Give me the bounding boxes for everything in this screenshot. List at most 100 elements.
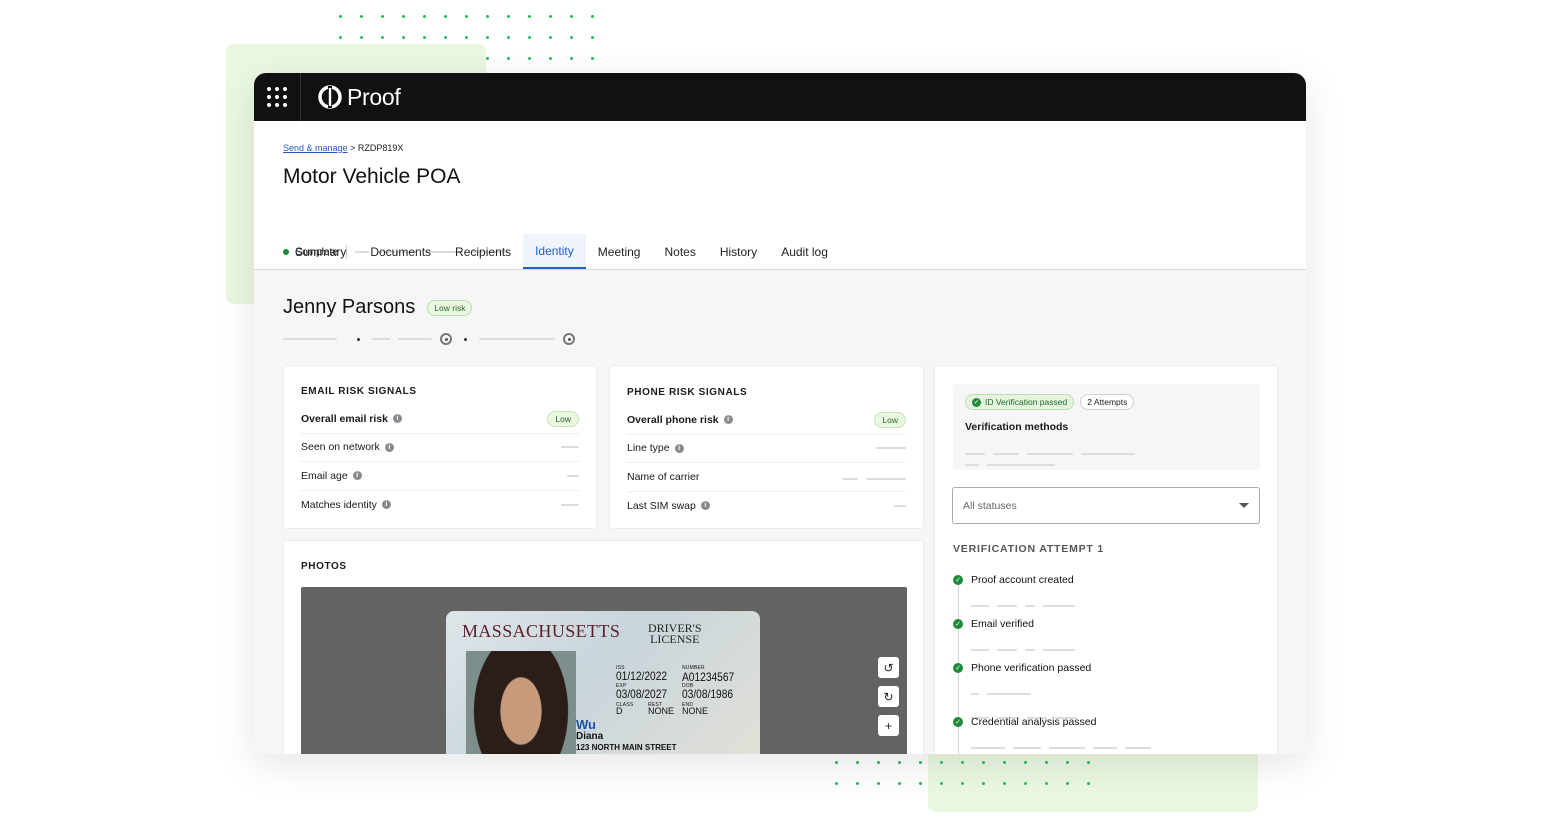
- eye-icon[interactable]: [563, 333, 575, 345]
- end-value: NONE: [682, 706, 709, 716]
- rest-value: NONE: [648, 706, 675, 716]
- phone-risk-row: Line type i: [627, 435, 906, 463]
- email-risk-row: Seen on network i: [301, 434, 579, 462]
- phone-risk-title: PHONE RISK SIGNALS: [627, 387, 748, 398]
- overall-email-risk-label: Overall email risk: [301, 412, 388, 425]
- id-type: DRIVER'S LICENSE: [648, 622, 702, 646]
- separator-dot: [357, 337, 360, 341]
- iss-value: 01/12/2022: [616, 669, 668, 683]
- seen-on-network-label: Seen on network: [301, 441, 380, 454]
- placeholder-line: [567, 474, 579, 477]
- app-window: Proof Send & manage > RZDP819X Motor Veh…: [254, 73, 1306, 754]
- zoom-in-icon[interactable]: +: [878, 715, 899, 736]
- phone-risk-value-badge: Low: [874, 411, 906, 428]
- eye-icon[interactable]: [440, 333, 452, 345]
- placeholder-line: [866, 477, 906, 480]
- class-value: D: [616, 706, 623, 716]
- risk-badge: Low risk: [427, 299, 473, 316]
- tab-documents[interactable]: Documents: [358, 234, 443, 269]
- phone-risk-card: PHONE RISK SIGNALS Overall phone risk i L…: [609, 365, 924, 529]
- email-risk-row: Email age i: [301, 462, 579, 491]
- status-filter-select[interactable]: All statuses: [952, 487, 1260, 524]
- tab-recipients[interactable]: Recipients: [443, 234, 523, 269]
- id-address: 123 NORTH MAIN STREET: [576, 743, 677, 752]
- timeline-step: ✓ Proof account created: [953, 574, 1159, 618]
- info-icon[interactable]: i: [384, 442, 394, 452]
- photo-tools: ↺ ↻ +: [878, 657, 899, 736]
- timeline-step: ✓ Phone verification passed: [953, 662, 1159, 719]
- email-risk-card: EMAIL RISK SIGNALS Overall email risk i L…: [283, 365, 597, 529]
- separator-dot: [464, 337, 467, 341]
- last-sim-swap-label: Last SIM swap: [627, 499, 696, 512]
- tab-notes[interactable]: Notes: [652, 234, 707, 269]
- tab-identity[interactable]: Identity: [523, 234, 586, 269]
- name-of-carrier-label: Name of carrier: [627, 470, 700, 483]
- tab-meeting[interactable]: Meeting: [586, 234, 653, 269]
- email-risk-value-badge: Low: [547, 410, 579, 427]
- tab-summary[interactable]: Summary: [283, 234, 358, 269]
- decorative-dots-bottom: [826, 752, 1096, 792]
- dob-value: 03/08/1986: [682, 687, 734, 701]
- placeholder-line: [876, 447, 906, 450]
- check-icon: ✓: [953, 663, 963, 673]
- email-risk-row: Matches identity i: [301, 491, 579, 520]
- photos-title: PHOTOS: [301, 561, 347, 572]
- phone-risk-row-overall: Overall phone risk i Low: [627, 406, 906, 435]
- step-label: Phone verification passed: [971, 662, 1092, 674]
- verification-timeline: ✓ Proof account created ✓ Email verified ✓…: [953, 574, 1159, 754]
- id-card-image: MASSACHUSETTS DRIVER'S LICENSE ISS 01/12…: [446, 611, 760, 754]
- info-icon[interactable]: i: [700, 501, 710, 511]
- info-icon[interactable]: i: [381, 500, 391, 510]
- placeholder-line: [842, 477, 858, 480]
- id-verification-badge: ✓ ID Verification passed: [965, 394, 1075, 410]
- signer-meta: [283, 333, 575, 345]
- id-type-line2: LICENSE: [650, 632, 700, 646]
- tab-history[interactable]: History: [708, 234, 769, 269]
- app-switcher-button[interactable]: [254, 73, 301, 121]
- info-icon[interactable]: i: [674, 443, 684, 453]
- id-state: MASSACHUSETTS: [462, 621, 621, 641]
- check-icon: ✓: [953, 717, 963, 727]
- check-icon: ✓: [953, 619, 963, 629]
- tab-audit-log[interactable]: Audit log: [769, 234, 840, 269]
- signer-header: Jenny Parsons Low risk: [283, 296, 473, 319]
- breadcrumb-current: RZDP819X: [357, 143, 404, 153]
- overall-phone-risk-label: Overall phone risk: [627, 413, 719, 426]
- info-icon[interactable]: i: [392, 414, 402, 424]
- check-icon: ✓: [972, 397, 981, 407]
- photos-card: PHOTOS MASSACHUSETTS DRIVER'S LICENSE IS…: [283, 540, 924, 754]
- info-icon[interactable]: i: [723, 415, 733, 425]
- placeholder-line: [398, 338, 432, 340]
- marketing-stage: Proof Send & manage > RZDP819X Motor Veh…: [0, 0, 1560, 828]
- phone-risk-row: Last SIM swap i: [627, 492, 906, 521]
- brand-name: Proof: [347, 83, 401, 110]
- chevron-down-icon: [1239, 503, 1249, 508]
- line-type-label: Line type: [627, 442, 670, 455]
- number-value: A01234567: [682, 670, 735, 684]
- id-verification-badge-label: ID Verification passed: [985, 397, 1068, 407]
- page-title: Motor Vehicle POA: [283, 165, 461, 188]
- verification-badges: ✓ ID Verification passed 2 Attempts: [965, 394, 1135, 410]
- email-age-label: Email age: [301, 469, 348, 482]
- id-portrait: [466, 651, 576, 754]
- attempt-title: VERIFICATION ATTEMPT 1: [953, 543, 1104, 555]
- phone-risk-row: Name of carrier: [627, 463, 906, 492]
- placeholder-line: [283, 338, 337, 340]
- step-label: Proof account created: [971, 574, 1074, 586]
- verification-summary: ✓ ID Verification passed 2 Attempts Verif…: [953, 384, 1260, 470]
- info-icon[interactable]: i: [352, 471, 362, 481]
- id-first-name: Diana: [576, 731, 604, 742]
- photo-viewer[interactable]: MASSACHUSETTS DRIVER'S LICENSE ISS 01/12…: [301, 587, 907, 754]
- timeline-step: ✓ Credential analysis passed: [953, 716, 1159, 754]
- signer-name: Jenny Parsons: [283, 296, 416, 318]
- exp-value: 03/08/2027: [616, 687, 668, 701]
- attempts-badge: 2 Attempts: [1080, 394, 1135, 410]
- verification-methods-label: Verification methods: [965, 421, 1069, 433]
- matches-identity-label: Matches identity: [301, 498, 377, 511]
- rotate-left-icon[interactable]: ↺: [878, 657, 899, 678]
- verification-panel: ✓ ID Verification passed 2 Attempts Verif…: [934, 365, 1278, 754]
- rotate-right-icon[interactable]: ↻: [878, 686, 899, 707]
- proof-logo[interactable]: Proof: [317, 83, 401, 111]
- breadcrumb-link-send-manage[interactable]: Send & manage: [283, 143, 348, 153]
- placeholder-line: [561, 446, 579, 449]
